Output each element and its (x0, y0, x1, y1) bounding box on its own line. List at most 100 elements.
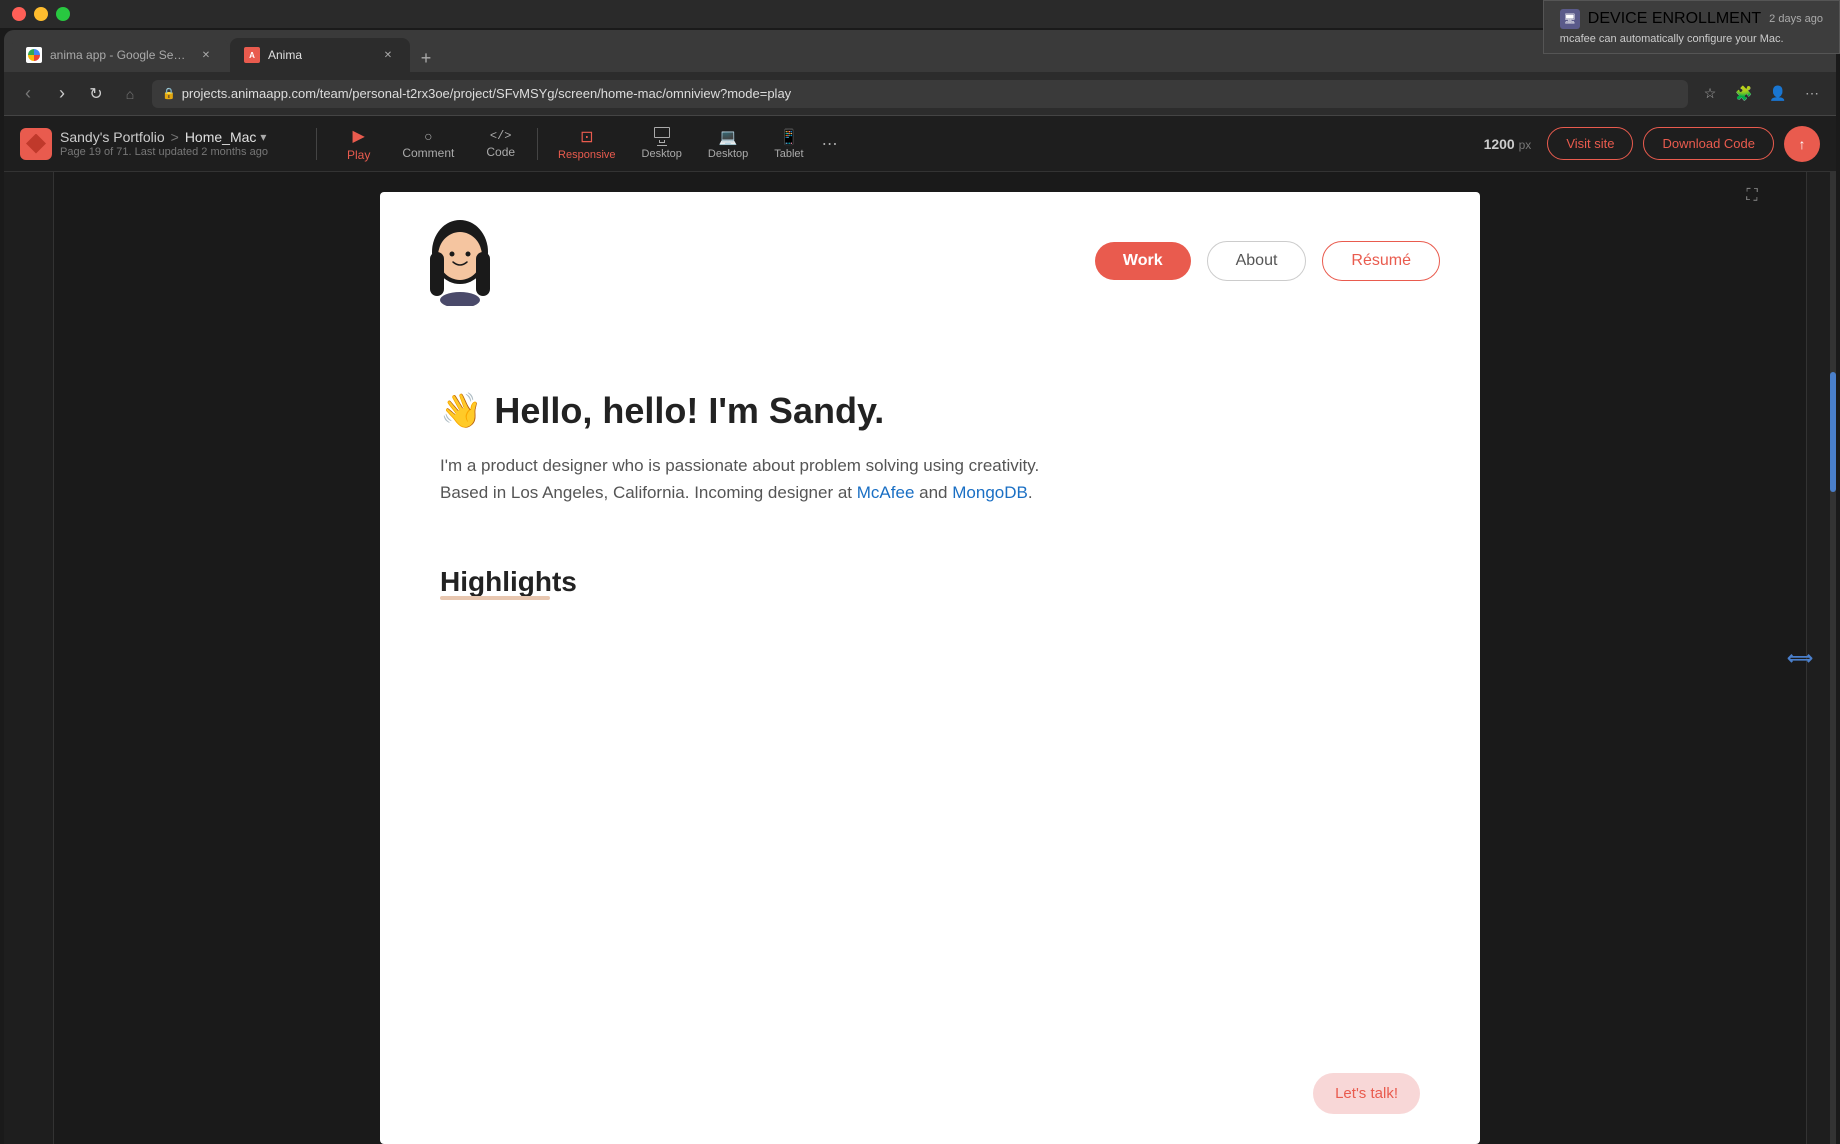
download-code-button[interactable]: Download Code (1643, 127, 1774, 160)
app-toolbar: Sandy's Portfolio > Home_Mac ▾ Page 19 o… (4, 116, 1836, 172)
highlights-underline (440, 596, 550, 600)
code-icon: </> (490, 129, 512, 143)
forward-button[interactable]: › (50, 82, 74, 106)
expand-icon: ⛶ (1746, 187, 1757, 205)
traffic-light-green[interactable] (56, 7, 70, 21)
url-text: projects.animaapp.com/team/personal-t2rx… (182, 86, 791, 101)
url-bar[interactable]: 🔒 projects.animaapp.com/team/personal-t2… (152, 80, 1688, 108)
nav-work-button[interactable]: Work (1095, 242, 1191, 280)
desktop-icon (654, 127, 670, 147)
nav-about-button[interactable]: About (1207, 241, 1307, 281)
share-icon: ↑ (1799, 136, 1806, 152)
google-favicon (26, 47, 42, 63)
portfolio-nav: Work About Résumé (380, 192, 1480, 330)
g-icon (28, 49, 40, 61)
tab-google-label: anima app - Google Search (50, 48, 190, 62)
tab-close-google[interactable]: ✕ (198, 47, 214, 63)
hero-desc-part2: Based in Los Angeles, California. Incomi… (440, 483, 852, 502)
anima-favicon: A (244, 47, 260, 63)
traffic-lights (12, 7, 70, 21)
a-icon: A (246, 49, 258, 61)
toolbar-actions: ▶ Play ○ Comment </> Code (333, 120, 529, 168)
breadcrumb: Sandy's Portfolio > Home_Mac ▾ (60, 129, 268, 145)
traffic-light-yellow[interactable] (34, 7, 48, 21)
traffic-light-red[interactable] (12, 7, 26, 21)
project-meta: Sandy's Portfolio > Home_Mac ▾ Page 19 o… (60, 129, 268, 158)
back-button[interactable]: ‹ (16, 82, 40, 106)
comment-icon: ○ (424, 128, 432, 144)
px-unit: px (1519, 138, 1532, 152)
highlights-section: Highlights (380, 536, 1480, 618)
hero-section: 👋 Hello, hello! I'm Sandy. I'm a product… (380, 330, 1480, 536)
toolbar-divider-2 (537, 128, 538, 160)
hero-desc-part1: I'm a product designer who is passionate… (440, 456, 1039, 475)
responsive-label: Responsive (558, 149, 615, 161)
notification-body: mcafee can automatically configure your … (1560, 33, 1823, 45)
desktop-mode-button-2[interactable]: 💻 Desktop (696, 122, 760, 166)
refresh-button[interactable]: ↻ (84, 82, 108, 106)
more-button[interactable]: ⋯ (816, 128, 844, 160)
notification-banner: 🖥 DEVICE ENROLLMENT 2 days ago mcafee ca… (1543, 0, 1840, 54)
more-options-icon[interactable]: ⋯ (1800, 82, 1824, 106)
notification-title: DEVICE ENROLLMENT (1588, 10, 1761, 28)
new-tab-button[interactable]: + (412, 44, 440, 72)
tab-close-anima[interactable]: ✕ (380, 47, 396, 63)
toolbar-divider-1 (316, 128, 317, 160)
responsive-icon: ⊡ (580, 127, 593, 147)
mcafee-link[interactable]: McAfee (857, 483, 915, 502)
scroll-thumb[interactable] (1830, 372, 1836, 492)
play-label: Play (347, 148, 370, 162)
tab-anima-label: Anima (268, 48, 302, 62)
bookmark-icon[interactable]: ☆ (1698, 82, 1722, 106)
extensions-icon[interactable]: 🧩 (1732, 82, 1756, 106)
lets-talk-button[interactable]: Let's talk! (1313, 1073, 1420, 1114)
project-subtitle: Page 19 of 71. Last updated 2 months ago (60, 146, 268, 158)
tab-anima[interactable]: A Anima ✕ (230, 38, 410, 72)
share-button[interactable]: ↑ (1784, 126, 1820, 162)
code-button[interactable]: </> Code (472, 123, 529, 165)
mongodb-link[interactable]: MongoDB (952, 483, 1028, 502)
code-label: Code (486, 145, 515, 159)
px-value: 1200 (1484, 136, 1515, 152)
hero-title-text: Hello, hello! I'm Sandy. (494, 390, 884, 432)
play-icon: ▶ (353, 126, 365, 146)
left-panel (4, 172, 54, 1144)
project-logo (20, 128, 52, 160)
comment-label: Comment (402, 146, 454, 160)
browser-chrome: anima app - Google Search ✕ A Anima ✕ + … (4, 30, 1836, 1144)
address-bar: ‹ › ↻ ⌂ 🔒 projects.animaapp.com/team/per… (4, 72, 1836, 116)
tablet-label: Tablet (774, 148, 803, 160)
screen-name[interactable]: Home_Mac ▾ (185, 129, 267, 145)
more-icon: ⋯ (822, 136, 838, 153)
avatar-svg (420, 216, 500, 306)
project-name: Sandy's Portfolio (60, 129, 165, 145)
highlights-title: Highlights (440, 566, 577, 598)
comment-button[interactable]: ○ Comment (388, 122, 468, 166)
responsive-mode-button[interactable]: ⊡ Responsive (546, 121, 627, 167)
nav-resume-button[interactable]: Résumé (1322, 241, 1440, 281)
home-button[interactable]: ⌂ (118, 82, 142, 106)
avatar (420, 216, 500, 306)
hero-period: . (1028, 483, 1033, 502)
resize-handle[interactable]: ⟺ (1792, 638, 1808, 678)
project-info: Sandy's Portfolio > Home_Mac ▾ Page 19 o… (20, 128, 300, 160)
breadcrumb-separator: > (171, 129, 179, 145)
notification-time: 2 days ago (1769, 13, 1823, 25)
tablet-mode-button[interactable]: 📱 Tablet (762, 122, 815, 166)
tab-google-search[interactable]: anima app - Google Search ✕ (12, 38, 228, 72)
profile-icon[interactable]: 👤 (1766, 82, 1790, 106)
canvas-area: ⛶ (54, 172, 1806, 1144)
lock-icon: 🔒 (162, 87, 176, 100)
desktop-label-2: Desktop (708, 148, 748, 160)
tablet-icon: 📱 (780, 128, 799, 146)
view-modes: ⊡ Responsive Desktop 💻 Desktop 📱 Tablet (546, 121, 816, 167)
scroll-indicator (1830, 172, 1836, 1144)
visit-site-button[interactable]: Visit site (1547, 127, 1633, 160)
resize-icon: ⟺ (1787, 648, 1813, 669)
wave-emoji: 👋 (440, 391, 482, 431)
canvas-frame: Work About Résumé 👋 Hello, hello! I'm Sa… (380, 192, 1480, 1144)
expand-button[interactable]: ⛶ (1738, 182, 1766, 210)
play-button[interactable]: ▶ Play (333, 120, 384, 168)
desktop-mode-button-1[interactable]: Desktop (630, 121, 694, 167)
hero-title: 👋 Hello, hello! I'm Sandy. (440, 390, 1420, 432)
